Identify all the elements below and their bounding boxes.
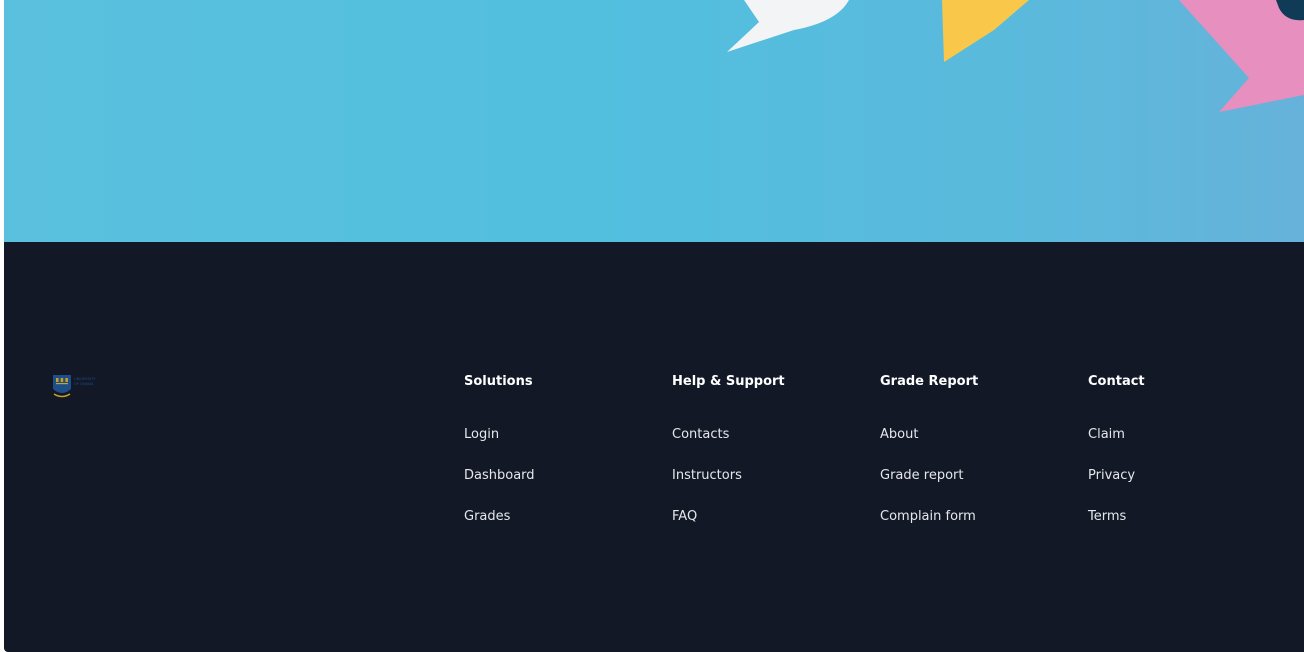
footer-link-privacy[interactable]: Privacy <box>1088 468 1135 483</box>
logo-text-line-1: UNIVERSITY <box>74 377 96 381</box>
list-item: Dashboard <box>464 464 644 505</box>
footer-link-claim[interactable]: Claim <box>1088 427 1125 442</box>
footer-link-list: Claim Privacy Terms <box>1088 423 1268 546</box>
footer-column-contact: Contact Claim Privacy Terms <box>1088 374 1268 546</box>
logo-text-line-2: OF GHANA <box>74 382 94 386</box>
footer-link-login[interactable]: Login <box>464 427 499 442</box>
footer-column-title: Contact <box>1088 374 1145 389</box>
list-item: FAQ <box>672 505 852 546</box>
list-item: Grade report <box>880 464 1060 505</box>
footer-link-terms[interactable]: Terms <box>1088 509 1126 524</box>
footer-link-list: Login Dashboard Grades <box>464 423 644 546</box>
footer-link-grades[interactable]: Grades <box>464 509 510 524</box>
footer-link-contacts[interactable]: Contacts <box>672 427 729 442</box>
hero-banner <box>4 0 1304 242</box>
list-item: Claim <box>1088 423 1268 464</box>
list-item: About <box>880 423 1060 464</box>
footer-column-solutions: Solutions Login Dashboard Grades <box>464 374 644 546</box>
list-item: Contacts <box>672 423 852 464</box>
footer-column-help-support: Help & Support Contacts Instructors FAQ <box>672 374 852 546</box>
footer-link-instructors[interactable]: Instructors <box>672 468 742 483</box>
list-item: Terms <box>1088 505 1268 546</box>
yellow-speech-bubble-shape <box>942 0 1029 62</box>
footer-link-list: Contacts Instructors FAQ <box>672 423 852 546</box>
footer-link-dashboard[interactable]: Dashboard <box>464 468 535 483</box>
list-item: Complain form <box>880 505 1060 546</box>
page: UNIVERSITY OF GHANA Solutions Login Dash… <box>0 0 1304 652</box>
list-item: Grades <box>464 505 644 546</box>
footer-link-about[interactable]: About <box>880 427 918 442</box>
footer-link-faq[interactable]: FAQ <box>672 509 697 524</box>
navy-speech-bubble-shape <box>1276 0 1304 21</box>
list-item: Login <box>464 423 644 464</box>
footer-column-grade-report: Grade Report About Grade report Complain… <box>880 374 1060 546</box>
list-item: Privacy <box>1088 464 1268 505</box>
site-footer: UNIVERSITY OF GHANA Solutions Login Dash… <box>4 242 1304 652</box>
footer-column-title: Solutions <box>464 374 533 389</box>
footer-link-list: About Grade report Complain form <box>880 423 1060 546</box>
white-speech-bubble-shape <box>727 0 849 52</box>
list-item: Instructors <box>672 464 852 505</box>
university-logo[interactable]: UNIVERSITY OF GHANA <box>51 372 105 398</box>
footer-column-title: Grade Report <box>880 374 979 389</box>
footer-link-complain-form[interactable]: Complain form <box>880 509 976 524</box>
footer-link-grade-report[interactable]: Grade report <box>880 468 963 483</box>
footer-column-title: Help & Support <box>672 374 785 389</box>
